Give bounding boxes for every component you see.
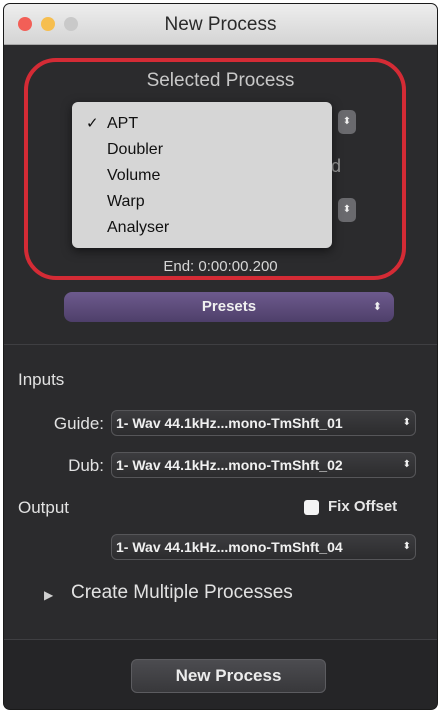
- highlight-annotation-ring: [24, 58, 406, 280]
- popup-arrows-icon: ⬍: [402, 417, 411, 428]
- guide-label: Guide:: [53, 414, 104, 433]
- window-title: New Process: [164, 14, 277, 35]
- presets-popup[interactable]: Presets ⬍: [64, 292, 394, 322]
- output-file-popup[interactable]: 1- Wav 44.1kHz...mono-TmShft_04 ⬍: [111, 534, 416, 560]
- create-multiple-processes-toggle[interactable]: Create Multiple Processes: [71, 582, 293, 604]
- section-divider: [4, 344, 437, 345]
- new-process-window: New Process Selected Process ⬍ d ⬍ End: …: [4, 4, 437, 709]
- popup-arrows-icon: ⬍: [402, 459, 411, 470]
- new-process-button[interactable]: New Process: [131, 659, 326, 693]
- disclosure-triangle-icon[interactable]: ▶: [44, 588, 53, 602]
- popup-arrows-icon: ⬍: [372, 301, 382, 313]
- title-bar: New Process: [4, 4, 437, 45]
- presets-label: Presets: [201, 298, 257, 315]
- inputs-heading: Inputs: [18, 370, 65, 389]
- guide-file-value: 1- Wav 44.1kHz...mono-TmShft_01: [116, 415, 343, 431]
- fix-offset-label: Fix Offset: [328, 498, 398, 515]
- fix-offset-checkbox[interactable]: [304, 500, 319, 515]
- output-file-value: 1- Wav 44.1kHz...mono-TmShft_04: [116, 539, 343, 555]
- popup-arrows-icon: ⬍: [402, 541, 411, 552]
- guide-file-popup[interactable]: 1- Wav 44.1kHz...mono-TmShft_01 ⬍: [111, 410, 416, 436]
- dub-label: Dub:: [68, 456, 104, 475]
- output-heading: Output: [18, 498, 70, 517]
- dub-file-popup[interactable]: 1- Wav 44.1kHz...mono-TmShft_02 ⬍: [111, 452, 416, 478]
- dub-file-value: 1- Wav 44.1kHz...mono-TmShft_02: [116, 457, 343, 473]
